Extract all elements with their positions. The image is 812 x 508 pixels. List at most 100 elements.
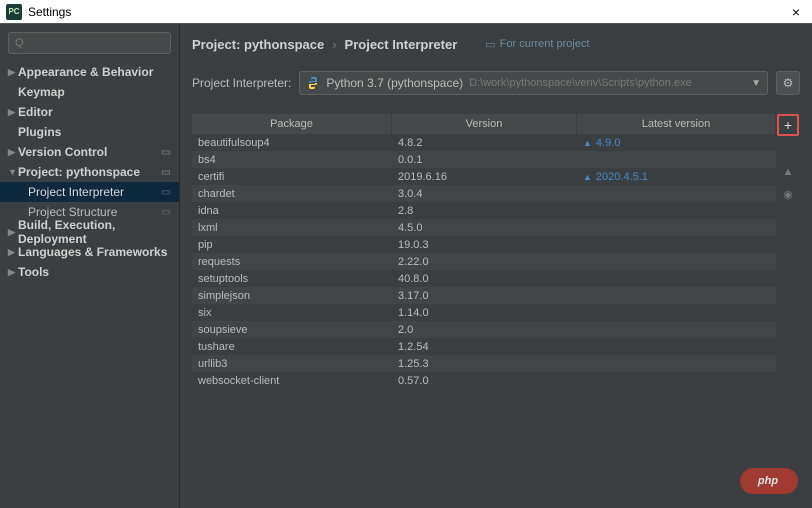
cell-package: six: [192, 307, 392, 319]
sidebar-item-editor[interactable]: Editor: [0, 102, 179, 122]
table-row[interactable]: urllib31.25.3: [192, 355, 776, 372]
sidebar-item-label: Build, Execution, Deployment: [18, 218, 179, 246]
breadcrumb-page: Project Interpreter: [345, 37, 458, 52]
cell-version: 2.22.0: [392, 256, 577, 268]
cell-version: 1.14.0: [392, 307, 577, 319]
sidebar-item-languages-frameworks[interactable]: Languages & Frameworks: [0, 242, 179, 262]
cell-version: 2.8: [392, 205, 577, 217]
tree-arrow-icon: [8, 147, 18, 158]
cell-version: 4.8.2: [392, 137, 577, 149]
hint-text: For current project: [500, 38, 590, 50]
main-area: Q Appearance & Behavior Keymap Editor Plugi…: [0, 24, 812, 508]
sidebar-item-appearance-behavior[interactable]: Appearance & Behavior: [0, 62, 179, 82]
breadcrumb-project: Project: pythonspace: [192, 37, 324, 52]
table-row[interactable]: lxml4.5.0: [192, 219, 776, 236]
header-package[interactable]: Package: [192, 114, 392, 134]
breadcrumb-separator: ›: [332, 37, 336, 52]
sidebar-item-label: Keymap: [18, 85, 179, 99]
tree-arrow-icon: [8, 227, 18, 238]
sidebar-item-label: Tools: [18, 265, 179, 279]
cell-package: pip: [192, 239, 392, 251]
search-input[interactable]: Q: [8, 32, 171, 54]
upgrade-arrow-icon: ▲: [583, 172, 592, 182]
interpreter-dropdown[interactable]: Python 3.7 (pythonspace) D:\work\pythons…: [299, 71, 768, 95]
cell-package: urllib3: [192, 358, 392, 370]
cell-version: 3.0.4: [392, 188, 577, 200]
table-row[interactable]: tushare1.2.54: [192, 338, 776, 355]
cell-package: chardet: [192, 188, 392, 200]
table-row[interactable]: six1.14.0: [192, 304, 776, 321]
settings-tree: Appearance & Behavior Keymap Editor Plugins…: [0, 62, 179, 508]
table-row[interactable]: idna2.8: [192, 202, 776, 219]
table-body: beautifulsoup44.8.2▲4.9.0bs40.0.1 certifi…: [192, 134, 776, 508]
table-row[interactable]: setuptools40.8.0: [192, 270, 776, 287]
search-icon: Q: [15, 37, 24, 49]
cell-package: simplejson: [192, 290, 392, 302]
chevron-down-icon: ▼: [751, 78, 761, 89]
interpreter-name: Python 3.7 (pythonspace): [326, 76, 463, 90]
table-row[interactable]: pip19.0.3: [192, 236, 776, 253]
content-panel: Project: pythonspace › Project Interpret…: [180, 24, 812, 508]
table-row[interactable]: certifi2019.6.16▲2020.4.5.1: [192, 168, 776, 185]
sidebar: Q Appearance & Behavior Keymap Editor Plugi…: [0, 24, 180, 508]
watermark: php: [740, 468, 798, 494]
cell-version: 1.25.3: [392, 358, 577, 370]
window-title: Settings: [28, 5, 786, 19]
project-scope-icon: ▭: [159, 165, 173, 179]
plus-icon: +: [784, 117, 792, 133]
sidebar-item-label: Project: pythonspace: [18, 165, 159, 179]
cell-package: soupsieve: [192, 324, 392, 336]
table-header: Package Version Latest version: [192, 114, 776, 134]
table-row[interactable]: websocket-client0.57.0: [192, 372, 776, 389]
cell-package: setuptools: [192, 273, 392, 285]
latest-version-text: 4.9.0: [596, 137, 620, 149]
latest-version-text: 2020.4.5.1: [596, 171, 648, 183]
sidebar-item-tools[interactable]: Tools: [0, 262, 179, 282]
sidebar-item-keymap[interactable]: Keymap: [0, 82, 179, 102]
sidebar-item-project-interpreter[interactable]: Project Interpreter▭: [0, 182, 179, 202]
table-row[interactable]: requests2.22.0: [192, 253, 776, 270]
sidebar-item-plugins[interactable]: Plugins: [0, 122, 179, 142]
table-side-toolbar: + ▲ ◉: [776, 114, 800, 508]
eye-icon: ◉: [777, 184, 799, 204]
project-scope-icon: ▭: [159, 185, 173, 199]
cell-package: certifi: [192, 171, 392, 183]
cell-latest: ▲4.9.0: [577, 137, 776, 149]
table-row[interactable]: simplejson3.17.0: [192, 287, 776, 304]
cell-version: 19.0.3: [392, 239, 577, 251]
table-row[interactable]: chardet3.0.4: [192, 185, 776, 202]
interpreter-row: Project Interpreter: Python 3.7 (pythons…: [192, 70, 800, 96]
watermark-text: php: [758, 475, 778, 487]
project-icon: ▭: [485, 38, 495, 51]
upgrade-indicator-icon: ▲: [777, 162, 799, 182]
table-row[interactable]: bs40.0.1: [192, 151, 776, 168]
cell-package: requests: [192, 256, 392, 268]
sidebar-item-label: Languages & Frameworks: [18, 245, 179, 259]
header-latest[interactable]: Latest version: [577, 114, 776, 134]
tree-arrow-icon: [8, 67, 18, 78]
cell-package: websocket-client: [192, 375, 392, 387]
add-package-button[interactable]: +: [777, 114, 799, 136]
interpreter-label: Project Interpreter:: [192, 76, 291, 90]
table-row[interactable]: soupsieve2.0: [192, 321, 776, 338]
cell-package: idna: [192, 205, 392, 217]
cell-version: 1.2.54: [392, 341, 577, 353]
cell-package: bs4: [192, 154, 392, 166]
sidebar-item-label: Version Control: [18, 145, 159, 159]
cell-version: 2.0: [392, 324, 577, 336]
sidebar-item-version-control[interactable]: Version Control▭: [0, 142, 179, 162]
close-icon[interactable]: ×: [786, 4, 806, 20]
cell-version: 40.8.0: [392, 273, 577, 285]
sidebar-item-label: Editor: [18, 105, 179, 119]
header-version[interactable]: Version: [392, 114, 577, 134]
table-row[interactable]: beautifulsoup44.8.2▲4.9.0: [192, 134, 776, 151]
interpreter-settings-button[interactable]: ⚙: [776, 71, 800, 95]
breadcrumb: Project: pythonspace › Project Interpret…: [192, 32, 800, 56]
cell-package: lxml: [192, 222, 392, 234]
sidebar-item-project-pythonspace[interactable]: Project: pythonspace▭: [0, 162, 179, 182]
sidebar-item-build-execution-deployment[interactable]: Build, Execution, Deployment: [0, 222, 179, 242]
packages-table: Package Version Latest version beautiful…: [192, 114, 776, 508]
packages-area: Package Version Latest version beautiful…: [192, 114, 800, 508]
cell-version: 3.17.0: [392, 290, 577, 302]
cell-version: 0.57.0: [392, 375, 577, 387]
